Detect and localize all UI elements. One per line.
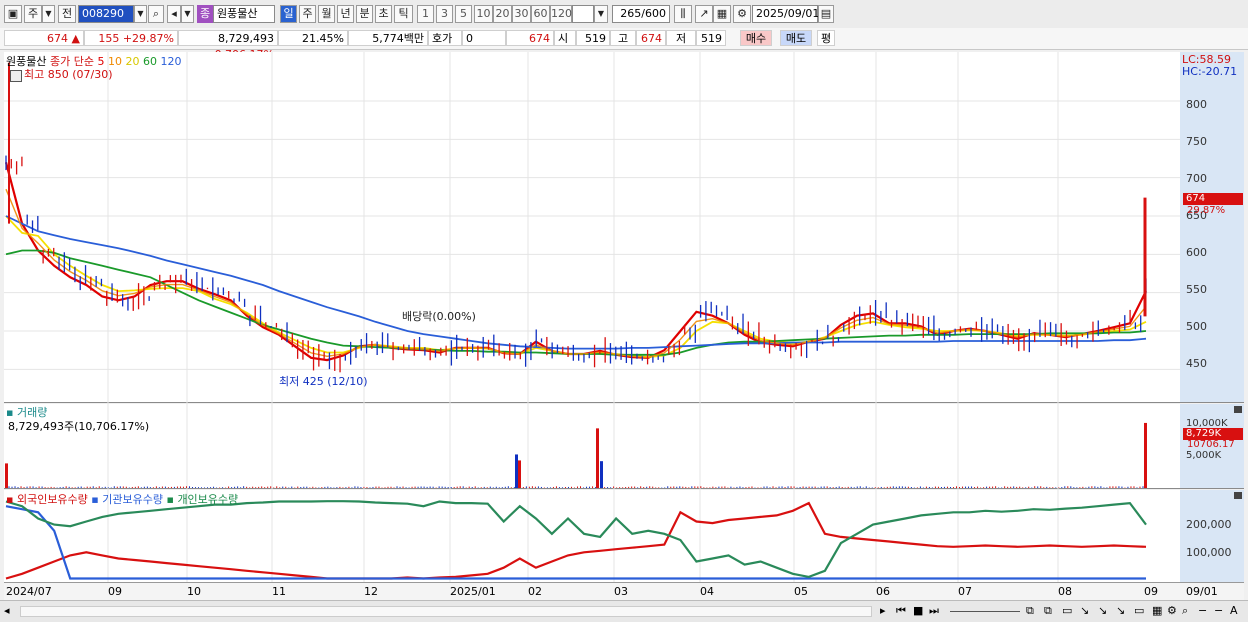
settings-icon[interactable]: ⚙ — [1167, 604, 1177, 617]
volume-spike — [5, 463, 8, 488]
x-label: 04 — [700, 585, 714, 598]
dividend-annotation: 배당락(0.00%) — [402, 310, 476, 323]
volume-spike — [515, 454, 518, 488]
ma20-label: 20 — [125, 55, 140, 68]
print-icon[interactable]: ▭ — [1062, 604, 1072, 617]
holding-line-2 — [5, 500, 1147, 579]
copy-icon[interactable]: ⧉ — [1026, 604, 1034, 618]
last-pct-tag: 29.87% — [1187, 205, 1226, 216]
zoom-out-icon[interactable]: − — [1198, 604, 1207, 617]
foreign-legend: ▪ 외국인보유수량 — [6, 493, 88, 506]
x-label: 07 — [958, 585, 972, 598]
close-icon[interactable] — [1234, 406, 1242, 413]
stop-icon[interactable]: ■ — [913, 604, 923, 617]
y-tick: 800 — [1186, 98, 1207, 111]
rewind-icon[interactable]: ⏮ — [896, 604, 906, 618]
high-annotation: 최고 850 (07/30) — [24, 68, 113, 81]
layout-icon[interactable]: ⧉ — [1044, 604, 1052, 618]
holding-y-tick: 200,000 — [1186, 518, 1232, 531]
ma60-label: 60 — [142, 55, 157, 68]
y-tick: 500 — [1186, 320, 1207, 333]
x-label: 2025/01 — [450, 585, 496, 598]
hide-icon[interactable]: ▭ — [1134, 604, 1144, 617]
lock-icon[interactable] — [10, 70, 22, 82]
font-size-icon[interactable]: A — [1230, 604, 1238, 617]
volume-spike — [518, 460, 521, 488]
institution-legend: ▪ 기관보유수량 — [91, 493, 163, 506]
last-price-tag: 674 — [1183, 193, 1243, 205]
y-tick: 750 — [1186, 135, 1207, 148]
volume-y-tick: 5,000K — [1186, 450, 1222, 461]
draw-icon[interactable]: ↘ — [1098, 604, 1107, 617]
ma-line-10 — [5, 188, 1147, 359]
ma-line-20 — [5, 215, 1147, 359]
close-icon[interactable] — [1234, 492, 1242, 499]
holding-y-tick: 100,000 — [1186, 546, 1232, 559]
volume-spike — [1144, 422, 1147, 488]
holding-legend: ▪ 외국인보유수량 ▪ 기관보유수량 ▪ 개인보유수량 — [6, 491, 238, 507]
scroll-track[interactable] — [20, 606, 872, 617]
zoom-slider[interactable] — [950, 611, 1020, 612]
y-tick: 600 — [1186, 246, 1207, 259]
volume-spike — [600, 461, 603, 488]
zoom-icon[interactable]: ⌕ — [1182, 604, 1188, 618]
scroll-right-icon[interactable]: ▸ — [880, 604, 886, 617]
x-label: 12 — [364, 585, 378, 598]
y-tick: 550 — [1186, 283, 1207, 296]
x-label: 08 — [1058, 585, 1072, 598]
x-axis: 2024/07 09 10 11 12 2025/01 02 03 04 05 … — [4, 582, 1244, 601]
x-label: 05 — [794, 585, 808, 598]
x-label: 11 — [272, 585, 286, 598]
volume-spike — [596, 428, 599, 488]
hc-label: HC:-20.71 — [1182, 65, 1238, 78]
draw-icon[interactable]: ↘ — [1116, 604, 1125, 617]
ma120-label: 120 — [160, 55, 182, 68]
scroll-left-icon[interactable]: ◂ — [4, 604, 10, 617]
x-label-right: 09/01 — [1186, 585, 1218, 598]
x-label: 03 — [614, 585, 628, 598]
holding-line-1 — [5, 505, 1146, 580]
x-label: 10 — [187, 585, 201, 598]
chart-canvas[interactable] — [0, 0, 1248, 621]
low-annotation: 최저 425 (12/10) — [279, 375, 368, 388]
ma-line-60 — [5, 249, 1147, 356]
x-label: 06 — [876, 585, 890, 598]
play-icon[interactable]: ⏭ — [929, 604, 939, 618]
minus-icon[interactable]: − — [1214, 604, 1223, 617]
x-label: 09 — [108, 585, 122, 598]
holding-line-0 — [5, 501, 1147, 580]
individual-legend: ▪ 개인보유수량 — [166, 493, 239, 506]
x-label: 09 — [1144, 585, 1158, 598]
last-volume-pct: 10706.17 — [1187, 439, 1235, 450]
y-tick: 700 — [1186, 172, 1207, 185]
y-tick: 450 — [1186, 357, 1207, 370]
x-label: 02 — [528, 585, 542, 598]
x-label: 2024/07 — [6, 585, 52, 598]
grid-icon[interactable]: ▦ — [1152, 604, 1162, 617]
scroll-bar[interactable]: ◂ ▸ ⏮ ■ ⏭ ⧉ ⧉ ▭ ↘ ↘ ↘ ▭ ▦ ⚙ ⌕ − − A — [0, 600, 1248, 622]
draw-icon[interactable]: ↘ — [1080, 604, 1089, 617]
volume-summary: 8,729,493주(10,706.17%) — [8, 420, 150, 433]
